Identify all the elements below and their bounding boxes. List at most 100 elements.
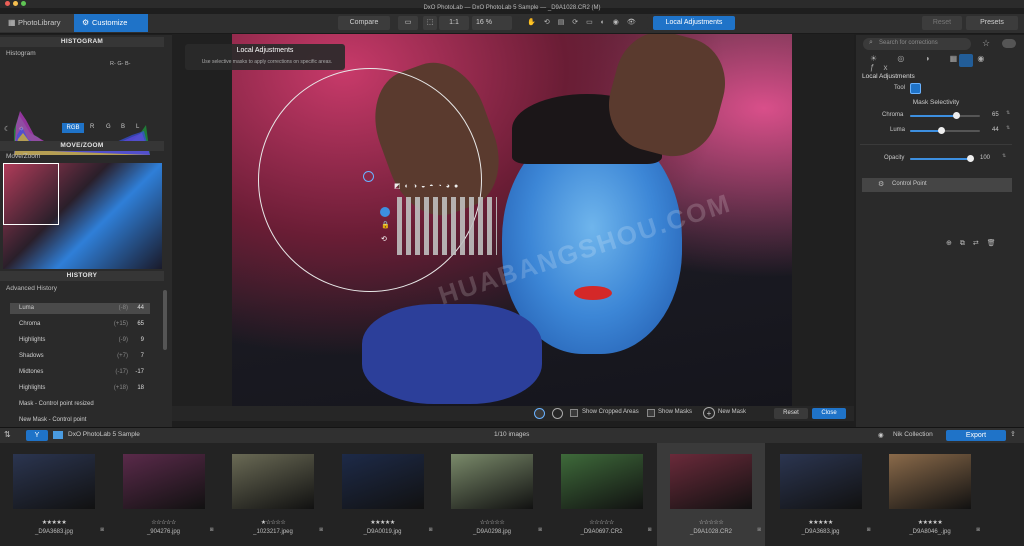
reset-button[interactable]: Reset	[922, 16, 962, 30]
thumb-rating[interactable]: ☆☆☆☆☆	[657, 519, 765, 526]
filmstrip-thumb[interactable]: ☆☆☆☆☆ _D9A0697.CR2 ◙	[548, 443, 656, 546]
thumb-rating[interactable]: ☆☆☆☆☆	[548, 519, 656, 526]
toggle-switch[interactable]	[1002, 39, 1016, 48]
control-point-tool-icon[interactable]	[910, 83, 921, 94]
mode-g[interactable]: G	[106, 124, 111, 130]
local-palette-tab[interactable]	[959, 54, 973, 67]
navigator-frame[interactable]	[3, 163, 59, 225]
mode-rgb[interactable]: RGB	[62, 123, 84, 133]
chroma-stepper[interactable]: ⇅	[1006, 110, 1010, 116]
filmstrip-thumb[interactable]: ★☆☆☆☆ _1023217.jpeg ◙	[219, 443, 327, 546]
reset-point-icon[interactable]: ⟲	[381, 235, 387, 243]
history-row[interactable]: Highlights (-9) 9	[10, 335, 150, 346]
export-button[interactable]: Export	[946, 430, 1006, 441]
filmstrip-thumb[interactable]: ★★★★★ _D9A8046_.jpg ◙	[876, 443, 984, 546]
history-row[interactable]: Chroma (+15) 65	[10, 319, 150, 330]
zoom-1to1-button[interactable]: 1:1	[439, 16, 469, 30]
pipette-icon[interactable]	[534, 408, 545, 419]
movezoom-sub[interactable]: Move/Zoom	[6, 153, 40, 160]
history-row[interactable]: Luma (-8) 44	[10, 303, 150, 314]
history-sub[interactable]: Advanced History	[6, 285, 57, 292]
nik-collection-button[interactable]: Nik Collection	[893, 431, 933, 438]
shadow-clip-icon[interactable]: ☾	[4, 125, 10, 133]
zoom-select[interactable]: 16 %	[472, 16, 512, 30]
navigator-preview[interactable]	[3, 163, 162, 269]
luma-value[interactable]: 44	[992, 127, 999, 133]
palette-tabs[interactable]: ☀ ◎ ◑ ▦ ◉ ƒx	[870, 54, 1018, 72]
new-mask-label[interactable]: New Mask	[718, 409, 746, 415]
reset-local-button[interactable]: Reset	[774, 408, 808, 419]
camera-icon: ◙	[319, 527, 323, 533]
filmstrip-toolbar: ⇅ Y DxO PhotoLab 5 Sample 1/10 images ◉ …	[0, 427, 1024, 443]
thumb-filename: _D9A8046_.jpg	[909, 529, 951, 535]
history-value: 9	[140, 337, 144, 343]
history-row[interactable]: Shadows (+7) 7	[10, 351, 150, 362]
filmstrip-thumb[interactable]: ★★★★★ _D9A0019.jpg ◙	[329, 443, 437, 546]
mode-l[interactable]: L	[136, 124, 139, 130]
main-photo[interactable]: ◩◐◑◒◓◔◕● 🔒 ⟲ HUABANGSHOU.COM	[232, 34, 792, 406]
filter-button[interactable]: Y	[26, 430, 48, 441]
target-icon[interactable]	[552, 408, 563, 419]
opacity-stepper[interactable]: ⇅	[1002, 153, 1006, 159]
opacity-slider[interactable]	[910, 155, 974, 162]
close-local-button[interactable]: Close	[812, 408, 846, 419]
highlight-clip-icon[interactable]: ☼	[18, 125, 24, 132]
show-cropped-checkbox[interactable]	[570, 409, 578, 417]
tab-photolibrary[interactable]: ▦ PhotoLibrary	[0, 14, 74, 32]
filmstrip-thumb[interactable]: ☆☆☆☆☆ _D9A0298.jpg ◙	[438, 443, 546, 546]
luma-slider[interactable]	[910, 127, 980, 134]
lock-icon[interactable]: 🔒	[381, 221, 390, 229]
thumb-rating[interactable]: ★☆☆☆☆	[219, 519, 327, 526]
thumb-rating[interactable]: ★★★★★	[0, 519, 108, 526]
crop-icon[interactable]: ⬚	[423, 16, 437, 30]
control-point-list-item[interactable]: ⚙ Control Point	[862, 178, 1012, 192]
history-header[interactable]: HISTORY	[0, 271, 164, 281]
filmstrip-thumb[interactable]: ☆☆☆☆☆ _D9A1028.CR2 ◙	[657, 443, 765, 546]
mode-b[interactable]: B	[121, 124, 125, 130]
chroma-value[interactable]: 65	[992, 112, 999, 118]
presets-button[interactable]: Presets	[966, 16, 1018, 30]
tool-icons[interactable]: ✋ ⟲ ▤ ⟳ ▭ ◐ ◉ 👁	[518, 16, 648, 30]
filmstrip-thumb[interactable]: ★★★★★ _D9A3683.jpg ◙	[767, 443, 875, 546]
history-row[interactable]: Highlights (+18) 18	[10, 383, 150, 394]
thumb-rating[interactable]: ☆☆☆☆☆	[110, 519, 218, 526]
luma-stepper[interactable]: ⇅	[1006, 125, 1010, 131]
show-masks-checkbox[interactable]	[647, 409, 655, 417]
histogram-sub[interactable]: Histogram	[6, 50, 36, 57]
project-name[interactable]: DxO PhotoLab 5 Sample	[68, 431, 140, 438]
new-mask-icon[interactable]: +	[703, 407, 715, 419]
selectivity-icon[interactable]	[380, 207, 390, 217]
history-scrollbar[interactable]	[163, 290, 167, 350]
opacity-knob[interactable]	[967, 155, 974, 162]
star-icon[interactable]: ☆	[982, 38, 990, 49]
history-row[interactable]: Midtones (-17) -17	[10, 367, 150, 378]
share-icon[interactable]: ⇪	[1010, 430, 1016, 438]
thumb-rating[interactable]: ★★★★★	[767, 519, 875, 526]
sort-icon[interactable]: ⇅	[4, 430, 11, 439]
local-adjustments-section[interactable]: Local Adjustments	[862, 73, 915, 80]
thumb-image	[122, 454, 205, 509]
filmstrip-thumb[interactable]: ★★★★★ _D9A3683.jpg ◙	[0, 443, 108, 546]
history-row[interactable]: Mask - Control point resized	[10, 399, 150, 410]
thumb-rating[interactable]: ★★★★★	[876, 519, 984, 526]
filmstrip-thumb[interactable]: ☆☆☆☆☆ _904276.jpg ◙	[110, 443, 218, 546]
movezoom-header[interactable]: MOVE/ZOOM	[0, 141, 164, 151]
chroma-knob[interactable]	[952, 112, 960, 119]
histogram-header[interactable]: HISTOGRAM	[0, 37, 164, 47]
thumb-rating[interactable]: ★★★★★	[329, 519, 437, 526]
compare-button[interactable]: Compare	[338, 16, 390, 30]
thumb-rating[interactable]: ☆☆☆☆☆	[438, 519, 546, 526]
control-point-sliders[interactable]	[397, 197, 497, 255]
search-icon: ⌕	[869, 39, 873, 46]
opacity-value[interactable]: 100	[980, 155, 990, 161]
search-field[interactable]: ⌕ Search for corrections	[863, 38, 971, 50]
chroma-slider[interactable]	[910, 112, 980, 119]
luma-knob[interactable]	[937, 127, 945, 134]
control-point-center[interactable]	[363, 171, 374, 182]
history-row[interactable]: New Mask - Control point	[10, 415, 150, 426]
tab-customize[interactable]: ⚙ Customize	[74, 14, 148, 32]
mask-action-icons[interactable]: ⊕⧉⇄🗑	[946, 239, 1004, 248]
local-adjustments-button[interactable]: Local Adjustments	[653, 16, 735, 30]
layout-button[interactable]: ▭	[398, 16, 418, 30]
mode-r[interactable]: R	[90, 124, 94, 130]
